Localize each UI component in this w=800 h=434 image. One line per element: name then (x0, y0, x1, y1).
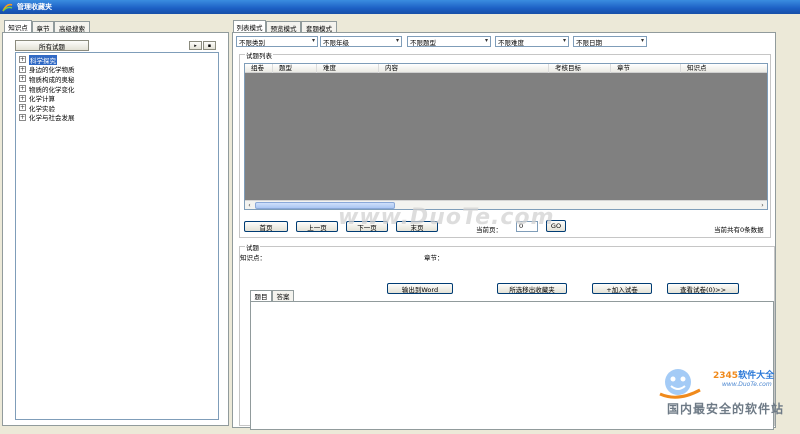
horizontal-scrollbar[interactable]: ‹ › (245, 200, 767, 209)
remove-from-favorites-button[interactable]: 所选移出收藏夹 (497, 283, 567, 294)
question-detail-section: 试题 知识点： 章节： 题目 答案 输出到Word 所选移出收藏夹 +加入试卷 … (239, 242, 775, 430)
column-header[interactable]: 知识点 (681, 64, 767, 73)
expand-icon[interactable]: + (19, 85, 26, 93)
expand-icon[interactable]: + (19, 113, 26, 121)
last-page-button[interactable]: 末页 (396, 221, 438, 232)
tab-answer[interactable]: 答案 (272, 290, 294, 301)
chevron-down-icon: ▾ (395, 37, 399, 44)
column-header[interactable]: 章节 (611, 64, 681, 73)
tree-item-label: 物质构成的奥秘 (29, 75, 75, 84)
category-filter-value: 不限类别 (239, 38, 265, 47)
window-title: 管理收藏夹 (17, 3, 52, 11)
tree-item[interactable]: + 物质构成的奥秘 (16, 74, 218, 84)
expand-icon[interactable]: + (19, 94, 26, 102)
right-panel: 不限类别 ▾ 不限年级 ▾ 不限题型 ▾ 不限难度 ▾ 不限日期 ▾ 试题列表 组卷 题型… (232, 32, 776, 430)
column-header[interactable]: 题型 (273, 64, 317, 73)
question-list-legend: 试题列表 (245, 50, 273, 60)
chevron-down-icon: ▾ (640, 37, 644, 44)
expand-icon[interactable]: + (19, 56, 26, 64)
go-button[interactable]: GO (546, 220, 566, 232)
expand-icon[interactable]: + (19, 104, 26, 112)
tree-item-label: 化学与社会发展 (29, 114, 75, 123)
current-page-label: 当前页： (476, 226, 502, 234)
knowledge-point-label: 知识点： (240, 254, 266, 262)
grade-filter-value: 不限年级 (323, 38, 349, 47)
prev-page-button[interactable]: 上一页 (296, 221, 338, 232)
tree-item[interactable]: + 物质的化学变化 (16, 84, 218, 94)
tab-question[interactable]: 题目 (250, 290, 272, 301)
app-icon (2, 3, 13, 12)
tree-item-label: 物质的化学变化 (29, 85, 75, 94)
tree-item[interactable]: + 化学实验 (16, 103, 218, 113)
question-grid[interactable]: 组卷 题型 难度 内容 考核目标 章节 知识点 ‹ › (244, 63, 768, 210)
chapter-label: 章节： (424, 254, 444, 262)
column-header[interactable]: 难度 (317, 64, 379, 73)
next-page-button[interactable]: 下一页 (346, 221, 388, 232)
chevron-down-icon: ▾ (311, 37, 315, 44)
left-panel: 所有试题 ▸ ▪ + 科学探究 + 身边的化学物质 + 物质构成的奥秘 + 物质的化学变化 + 化… (2, 32, 229, 426)
scrollbar-thumb[interactable] (255, 202, 395, 209)
total-count-label: 当前共有0条数据 (714, 226, 764, 234)
scroll-right-icon[interactable]: › (758, 201, 767, 209)
expand-all-button[interactable]: ▸ (189, 41, 202, 50)
all-questions-button[interactable]: 所有试题 (15, 40, 89, 51)
first-page-button[interactable]: 首页 (244, 221, 288, 232)
collapse-all-button[interactable]: ▪ (203, 41, 216, 50)
category-filter[interactable]: 不限类别 ▾ (236, 36, 318, 47)
tree-item-label: 科学探究 (29, 54, 57, 65)
scroll-left-icon[interactable]: ‹ (245, 201, 254, 209)
tree-item-label: 身边的化学物质 (29, 66, 75, 75)
column-header[interactable]: 内容 (379, 64, 549, 73)
tree-item-label: 化学实验 (29, 104, 55, 113)
add-to-paper-button[interactable]: +加入试卷 (592, 283, 652, 294)
column-header[interactable]: 组卷 (245, 64, 273, 73)
chevron-down-icon: ▾ (484, 37, 488, 44)
page-number-input[interactable]: 0 (516, 221, 538, 232)
chevron-down-icon: ▾ (562, 37, 566, 44)
tree-item[interactable]: + 科学探究 (16, 54, 218, 65)
tree-item[interactable]: + 化学与社会发展 (16, 113, 218, 123)
question-content-area[interactable] (250, 301, 774, 430)
column-header[interactable]: 考核目标 (549, 64, 611, 73)
tree-item[interactable]: + 化学计算 (16, 93, 218, 103)
question-type-filter-value: 不限题型 (410, 38, 436, 47)
grid-header: 组卷 题型 难度 内容 考核目标 章节 知识点 (245, 64, 767, 73)
title-bar: 管理收藏夹 (0, 0, 800, 14)
tree-item-label: 化学计算 (29, 95, 55, 104)
question-detail-legend: 试题 (245, 242, 260, 252)
question-list-section: 试题列表 组卷 题型 难度 内容 考核目标 章节 知识点 ‹ › 首页 上一页 … (239, 50, 771, 238)
expand-icon[interactable]: + (19, 75, 26, 83)
export-word-button[interactable]: 输出到Word (387, 283, 453, 294)
difficulty-filter-value: 不限难度 (498, 38, 524, 47)
tree-item[interactable]: + 身边的化学物质 (16, 65, 218, 75)
knowledge-tree: + 科学探究 + 身边的化学物质 + 物质构成的奥秘 + 物质的化学变化 + 化学计算 + 化学实验 +… (15, 52, 219, 420)
grade-filter[interactable]: 不限年级 ▾ (320, 36, 402, 47)
view-paper-button[interactable]: 查看试卷(0)>> (667, 283, 739, 294)
date-filter-value: 不限日期 (576, 38, 602, 47)
question-type-filter[interactable]: 不限题型 ▾ (407, 36, 491, 47)
difficulty-filter[interactable]: 不限难度 ▾ (495, 36, 569, 47)
date-filter[interactable]: 不限日期 ▾ (573, 36, 647, 47)
expand-icon[interactable]: + (19, 65, 26, 73)
